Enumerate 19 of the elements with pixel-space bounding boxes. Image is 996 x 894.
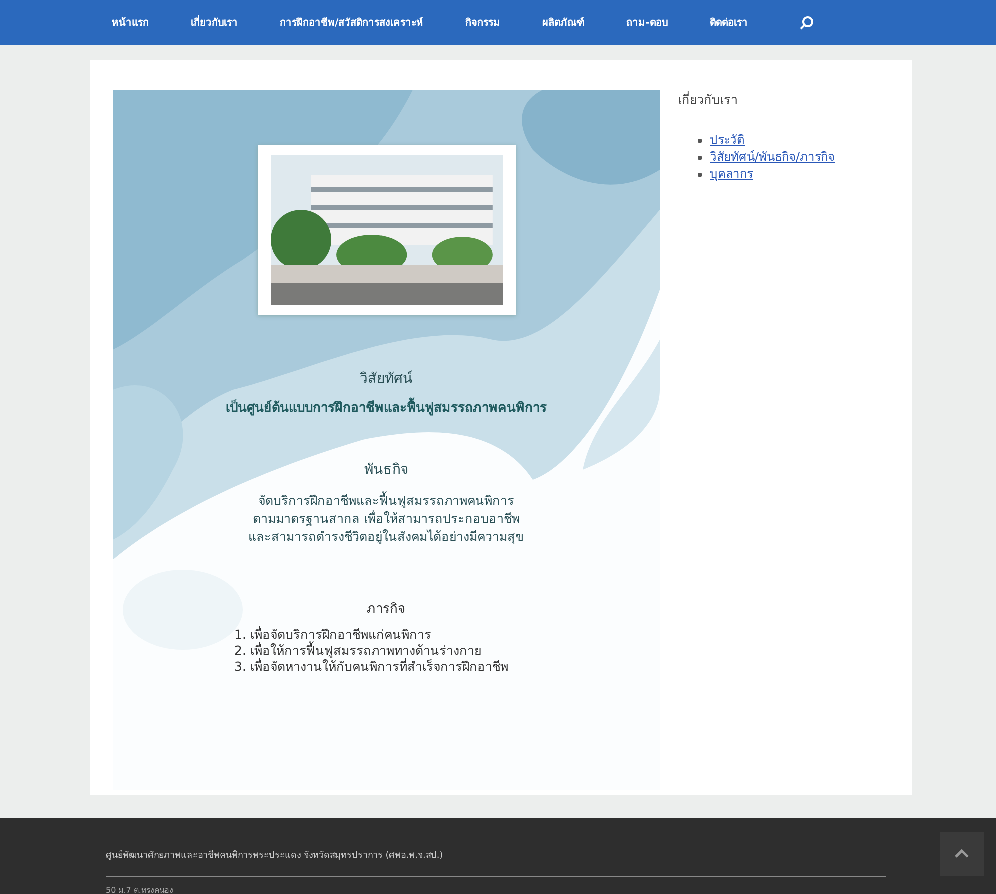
nav-link[interactable]: หน้าแรก [112,15,149,30]
nav-link[interactable]: ผลิตภัณฑ์ [542,15,585,30]
nav-link[interactable]: เกี่ยวกับเรา [191,15,238,30]
nav-link[interactable]: การฝึกอาชีพ/สวัสดิการสงเคราะห์ [280,15,424,30]
scroll-top-button[interactable] [940,832,984,876]
sidebar-link[interactable]: บุคลากร [710,166,753,183]
bullet-icon [698,138,702,142]
sidebar-link[interactable]: วิสัยทัศน์/พันธกิจ/ภารกิจ [710,149,836,166]
nav-link[interactable]: ติดต่อเรา [710,15,748,30]
nav-link[interactable]: กิจกรรม [466,15,501,30]
nav-link[interactable]: ถาม-ตอบ [626,15,668,30]
search-icon[interactable] [800,16,814,30]
sidebar-title: เกี่ยวกับเรา [678,90,739,109]
footer-title: ศูนย์พัฒนาศักยภาพและอาชีพคนพิการพระประแดง จังหวัดสมุทรปราการ (ศพอ.พ.จ.สป.) [106,849,444,862]
chevron-up-icon [955,849,969,859]
bullet-icon [698,156,702,160]
bullet-icon [698,172,702,176]
footer-address: 50 ม.7 ต.ทรงคนอง [106,885,174,894]
sidebar-link[interactable]: ประวัติ [710,132,745,149]
